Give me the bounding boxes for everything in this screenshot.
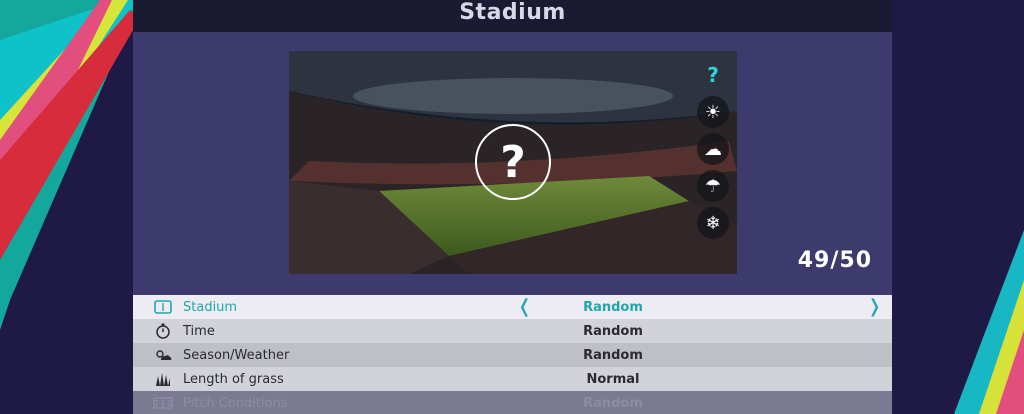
setting-label: Pitch Conditions: [183, 395, 288, 411]
setting-row-pitch-conditions: Pitch Conditions Random: [133, 391, 892, 414]
stopwatch-icon: [153, 322, 173, 340]
title-bar: Stadium: [133, 0, 892, 32]
sun-cloud-icon: [153, 346, 173, 364]
stadium-panel: Stadium ? ? ☀ ☁ ☂ ❄ 49/50 Stadium ❬ Rand…: [133, 0, 892, 414]
stadium-preview: ? ? ☀ ☁ ☂ ❄: [289, 51, 737, 274]
settings-list: Stadium ❬ Random ❭ Time Random Season/We…: [133, 295, 892, 414]
grass-icon: [153, 370, 173, 388]
setting-row-stadium[interactable]: Stadium ❬ Random ❭: [133, 295, 892, 319]
decor-right: [884, 0, 1024, 414]
unknown-stadium-icon: ?: [475, 124, 551, 200]
weather-options: ? ☀ ☁ ☂ ❄: [697, 59, 731, 239]
setting-label: Length of grass: [183, 371, 284, 387]
weather-snow-icon[interactable]: ❄: [697, 207, 729, 239]
setting-label: Stadium: [183, 299, 238, 315]
weather-random-icon[interactable]: ?: [697, 59, 729, 91]
pitch-icon: [153, 394, 173, 412]
weather-cloudy-rain-icon[interactable]: ☁: [697, 133, 729, 165]
setting-value: Normal: [586, 371, 640, 387]
setting-row-season-weather[interactable]: Season/Weather Random: [133, 343, 892, 367]
setting-value: Random: [583, 395, 643, 411]
setting-row-grass-length[interactable]: Length of grass Normal: [133, 367, 892, 391]
weather-sunny-icon[interactable]: ☀: [697, 96, 729, 128]
stadium-icon: [153, 298, 173, 316]
chevron-right-icon[interactable]: ❭: [867, 296, 882, 317]
setting-label: Season/Weather: [183, 347, 290, 363]
setting-value: Random: [583, 299, 643, 315]
setting-label: Time: [183, 323, 215, 339]
decor-left: [0, 0, 140, 414]
setting-value: Random: [583, 347, 643, 363]
page-title: Stadium: [459, 0, 566, 25]
setting-row-time[interactable]: Time Random: [133, 319, 892, 343]
weather-rain-icon[interactable]: ☂: [697, 170, 729, 202]
setting-value: Random: [583, 323, 643, 339]
stadium-counter: 49/50: [797, 248, 872, 273]
